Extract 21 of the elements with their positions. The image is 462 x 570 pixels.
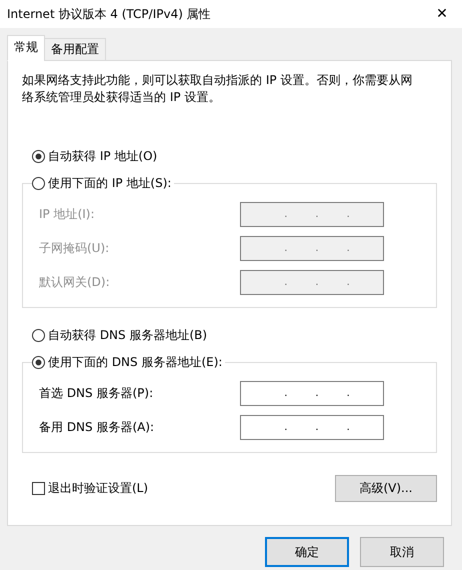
field-label: 备用 DNS 服务器(A): [39,419,154,436]
ip-address-field[interactable]: . . . [240,381,384,406]
field-label: 子网掩码(U): [39,240,110,257]
tab[interactable]: 常规 [7,35,45,61]
tab[interactable]: 备用配置 [44,38,106,61]
window-title: Internet 协议版本 4 (TCP/IPv4) 属性 [7,6,211,22]
radio-icon[interactable] [32,150,45,162]
close-icon[interactable]: ✕ [432,6,452,22]
checkbox-icon[interactable] [32,482,45,495]
field-label: 首选 DNS 服务器(P): [39,385,154,402]
validate-checkbox[interactable]: 退出时验证设置(L) [32,480,148,497]
radio-icon[interactable] [32,328,45,342]
radio-icon[interactable] [32,176,45,190]
radio-icon[interactable] [32,356,45,368]
ip-address-field[interactable]: . . . [240,415,384,440]
advanced-button[interactable]: 高级(V)... [335,475,437,502]
cancel-button[interactable]: 取消 [360,537,444,567]
description-text: 如果网络支持此功能，则可以获取自动指派的 IP 设置。否则，你需要从网络系统管理员处获得适当的 IP 设置。 [22,72,414,106]
field-label: 默认网关(D): [39,274,110,291]
field-label: IP 地址(I): [39,206,95,223]
ok-button[interactable]: 确定 [265,537,349,567]
